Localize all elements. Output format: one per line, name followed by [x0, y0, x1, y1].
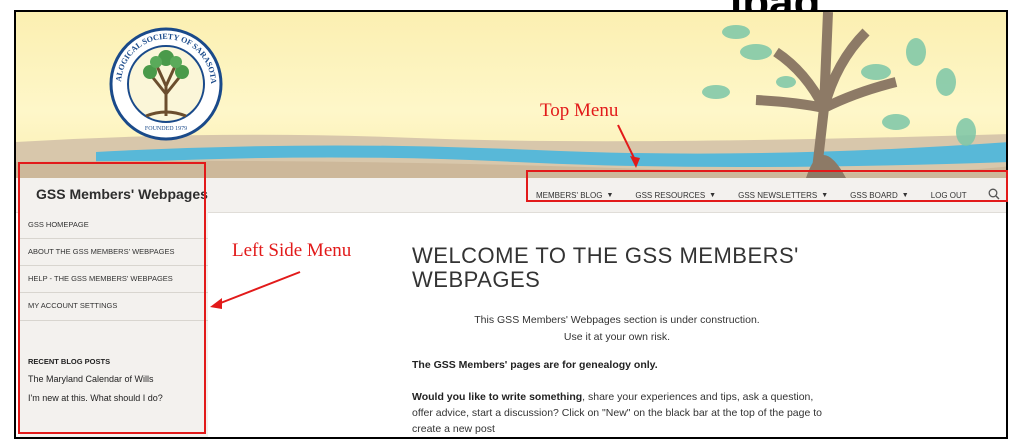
page-title: WELCOME TO THE GSS MEMBERS' WEBPAGES: [412, 243, 799, 293]
write-something-text: Would you like to write something, share…: [412, 390, 822, 436]
svg-text:FOUNDED 1979: FOUNDED 1979: [145, 126, 187, 132]
society-seal-icon: GENEALOGICAL SOCIETY OF SARASOTA, INC. F…: [103, 17, 223, 141]
top-menu-annotation: Top Menu: [540, 100, 619, 121]
construction-notice: This GSS Members' Webpages section is un…: [474, 314, 760, 343]
genealogy-only-text: The GSS Members' pages are for genealogy…: [412, 358, 658, 371]
top-menu-highlight: [526, 170, 1008, 202]
left-menu-annotation: Left Side Menu: [232, 240, 352, 261]
society-logo[interactable]: GENEALOGICAL SOCIETY OF SARASOTA, INC. F…: [103, 17, 226, 144]
site-banner: GENEALOGICAL SOCIETY OF SARASOTA, INC. F…: [16, 12, 1006, 178]
left-menu-highlight: [18, 162, 206, 434]
main-content: WELCOME TO THE GSS MEMBERS' WEBPAGES Thi…: [412, 243, 822, 437]
